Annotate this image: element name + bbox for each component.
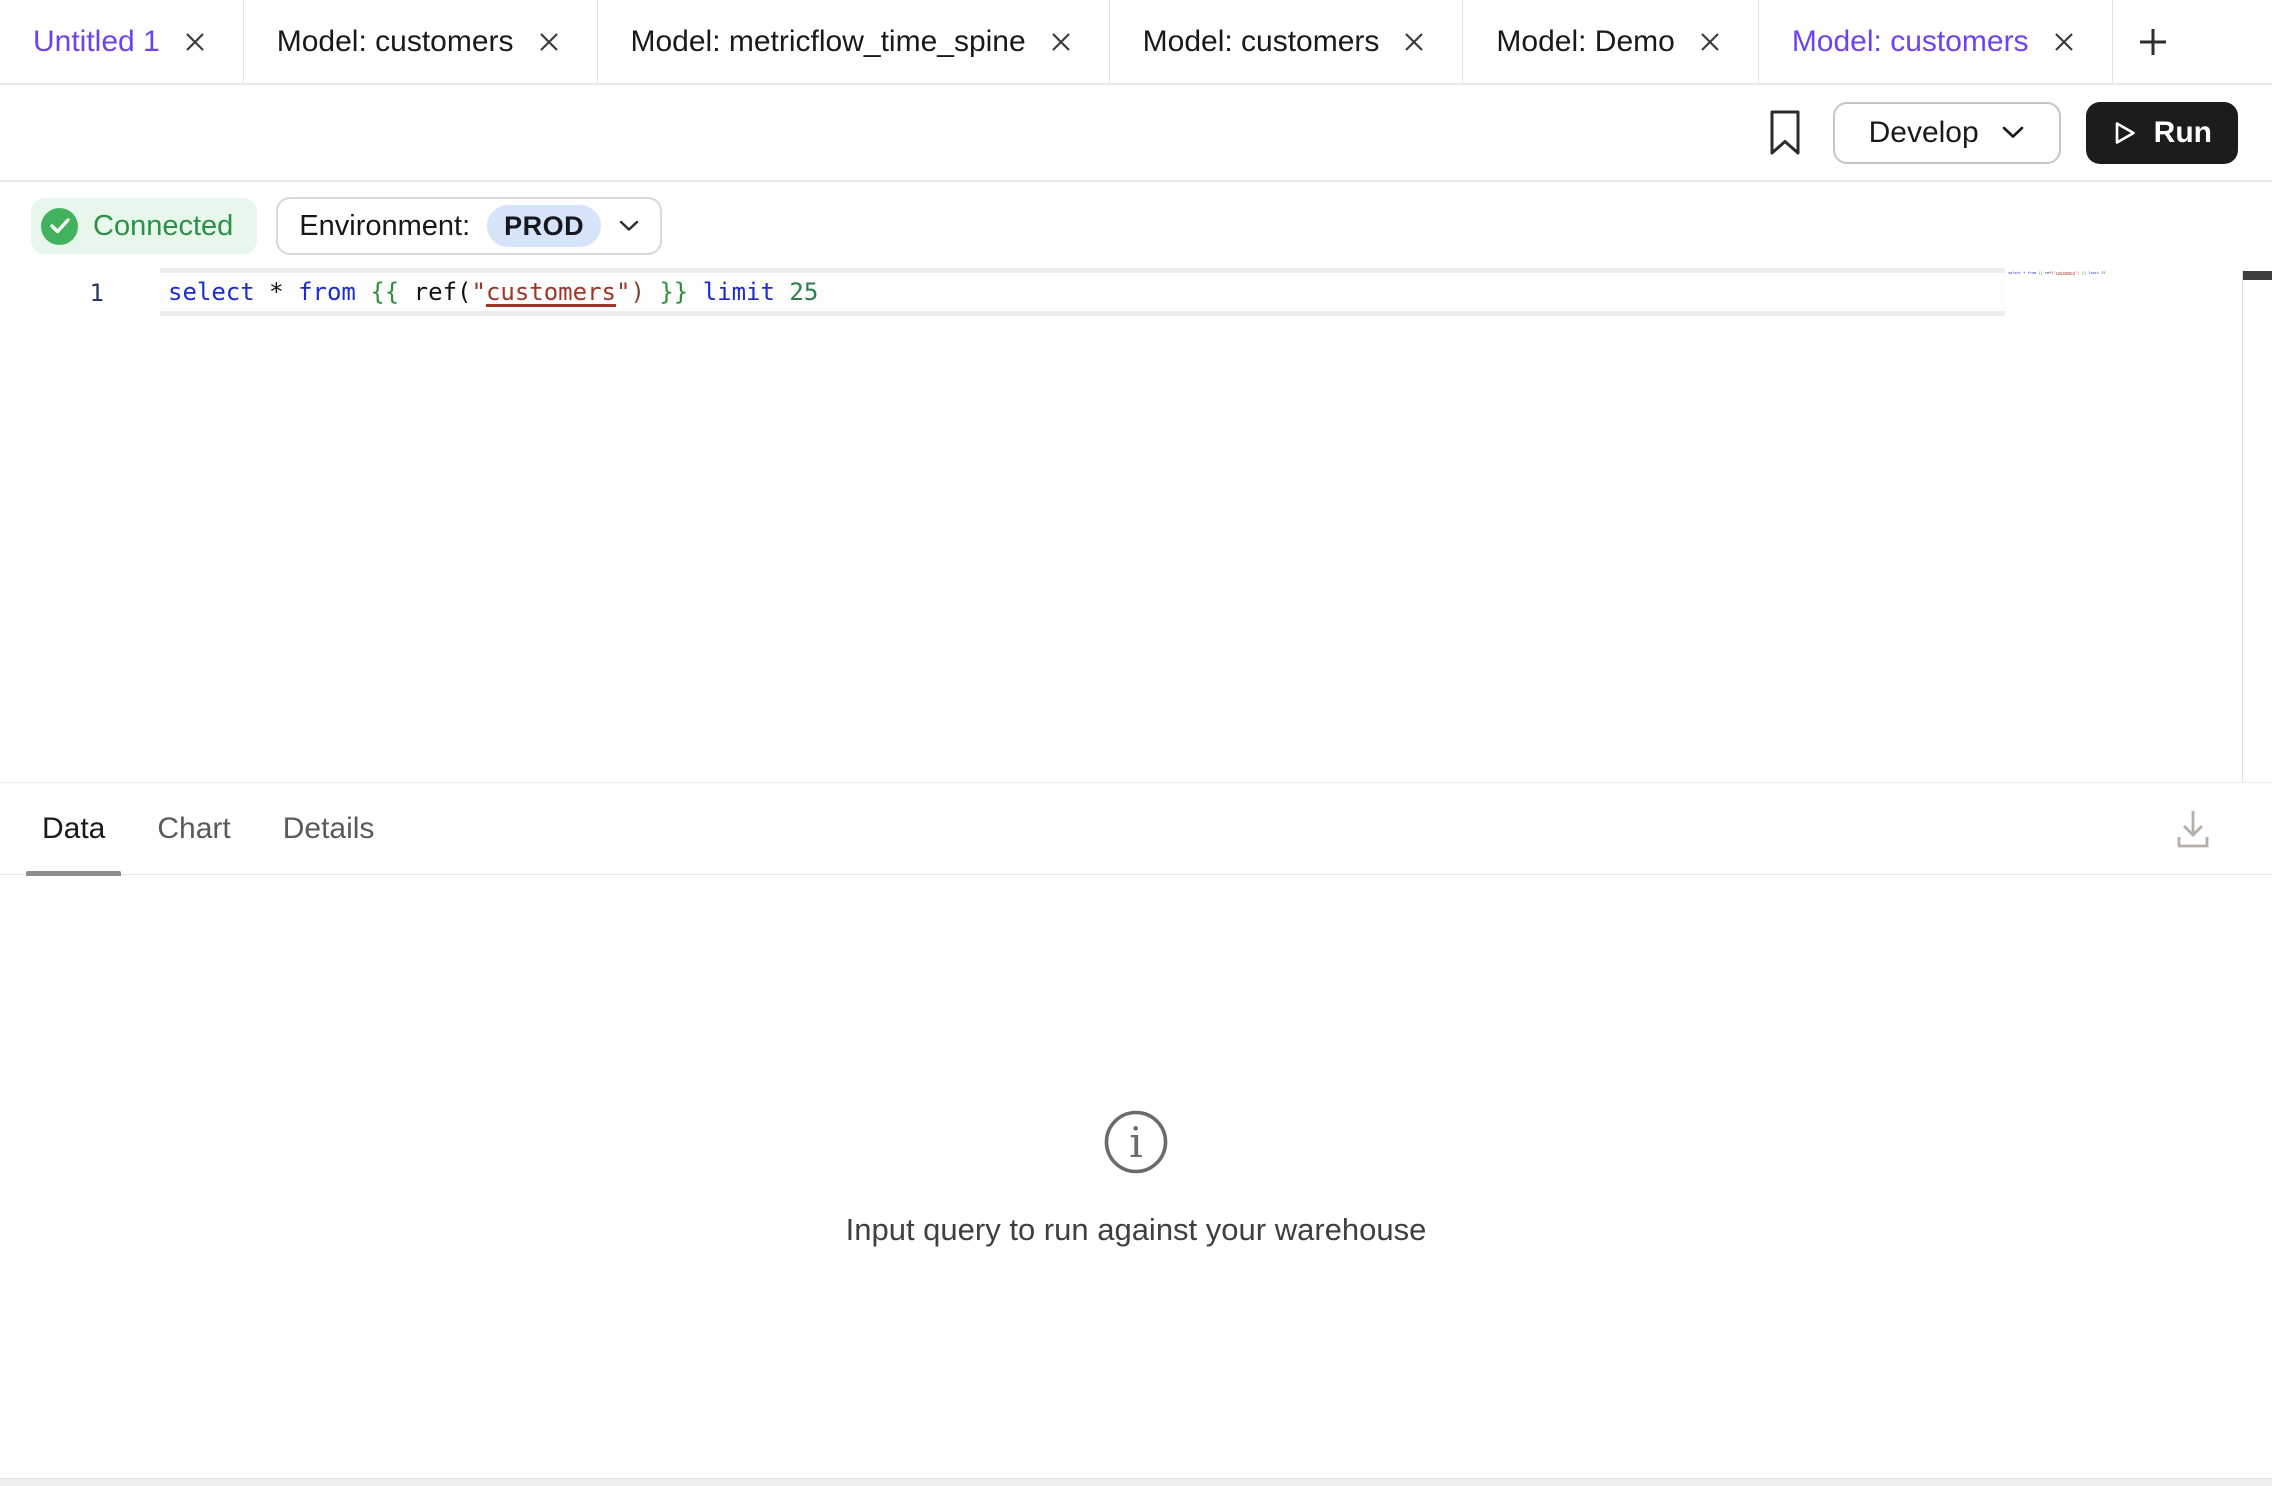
close-icon[interactable]: [534, 27, 564, 57]
toolbar: Develop Run: [0, 85, 2272, 182]
tab-model-customers-1[interactable]: Model: customers: [244, 0, 598, 83]
tab-label: Model: customers: [1792, 25, 2029, 59]
develop-button[interactable]: Develop: [1833, 102, 2061, 164]
line-number: 1: [0, 270, 120, 316]
tab-untitled-1[interactable]: Untitled 1: [0, 0, 244, 83]
tab-label: Model: customers: [277, 25, 514, 59]
connection-status-label: Connected: [93, 210, 233, 243]
code-line-tokens: select * from {{ ref("customers") }} lim…: [160, 280, 818, 304]
tab-bar: Untitled 1 Model: customers Model: metri…: [0, 0, 2272, 85]
results-empty-state: i Input query to run against your wareho…: [0, 876, 2272, 1478]
connection-status-badge: Connected: [31, 198, 257, 254]
results-tab-bar: Data Chart Details: [0, 782, 2272, 875]
editor-scrollbar-thumb[interactable]: [2243, 271, 2272, 280]
develop-button-label: Develop: [1869, 116, 1979, 150]
editor-scrollbar-track: [2242, 270, 2243, 782]
minimap-line: select * from {{ ref("customers") }} lim…: [2008, 271, 2025, 275]
tab-label: Model: customers: [1143, 25, 1380, 59]
tab-model-customers-2[interactable]: Model: customers: [1110, 0, 1464, 83]
tab-model-metricflow-time-spine[interactable]: Model: metricflow_time_spine: [598, 0, 1110, 83]
tab-details[interactable]: Details: [267, 783, 391, 874]
empty-state-message: Input query to run against your warehous…: [846, 1212, 1427, 1248]
tab-details-label: Details: [283, 812, 375, 846]
close-icon[interactable]: [180, 27, 210, 57]
tab-data[interactable]: Data: [26, 783, 121, 874]
tab-chart-label: Chart: [157, 812, 230, 846]
plus-icon: [2136, 25, 2170, 59]
tab-model-demo[interactable]: Model: Demo: [1463, 0, 1758, 83]
close-icon[interactable]: [1399, 27, 1429, 57]
close-icon[interactable]: [1046, 27, 1076, 57]
svg-text:i: i: [1129, 1118, 1142, 1167]
chevron-down-icon: [618, 219, 640, 233]
play-icon: [2112, 119, 2138, 147]
editor-minimap: select * from {{ ref("customers") }} lim…: [2008, 271, 2118, 291]
tab-data-label: Data: [42, 812, 105, 846]
bookmark-button[interactable]: [1755, 102, 1815, 164]
check-circle-icon: [41, 208, 78, 245]
status-row: Connected Environment: PROD: [0, 182, 2272, 270]
download-icon: [2172, 806, 2214, 852]
download-results-button[interactable]: [2167, 803, 2219, 855]
window-bottom-edge: [0, 1478, 2272, 1486]
environment-label: Environment:: [299, 210, 470, 243]
chevron-down-icon: [2001, 125, 2025, 140]
tab-model-customers-3[interactable]: Model: customers: [1759, 0, 2113, 83]
active-code-line[interactable]: select * from {{ ref("customers") }} lim…: [160, 268, 2005, 316]
environment-selector[interactable]: Environment: PROD: [276, 197, 662, 255]
close-icon[interactable]: [1695, 27, 1725, 57]
tab-label: Model: metricflow_time_spine: [631, 25, 1026, 59]
run-button-label: Run: [2154, 116, 2212, 150]
tab-label: Model: Demo: [1496, 25, 1674, 59]
bookmark-icon: [1769, 110, 1801, 156]
ide-window: Untitled 1 Model: customers Model: metri…: [0, 0, 2272, 1486]
close-icon[interactable]: [2049, 27, 2079, 57]
new-tab-button[interactable]: [2113, 0, 2193, 83]
tab-label: Untitled 1: [33, 25, 160, 59]
run-button[interactable]: Run: [2086, 102, 2238, 164]
code-editor[interactable]: 1 select * from {{ ref("customers") }} l…: [0, 270, 2272, 782]
info-icon: i: [1102, 1108, 1170, 1176]
tab-chart[interactable]: Chart: [141, 783, 246, 874]
environment-value-badge: PROD: [487, 205, 601, 247]
